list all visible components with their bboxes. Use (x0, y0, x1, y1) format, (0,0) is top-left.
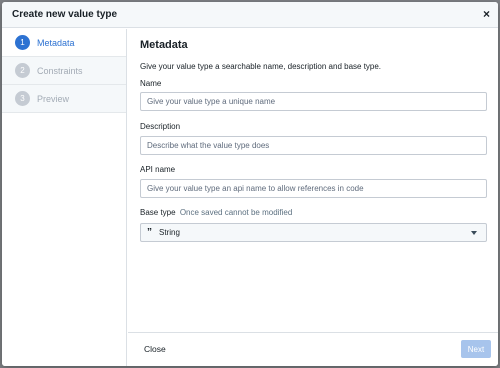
base-type-label-text: Base type (140, 208, 176, 217)
step-label: Metadata (37, 37, 75, 48)
name-input[interactable] (140, 92, 487, 111)
base-type-select[interactable]: ” String (140, 223, 487, 242)
base-type-label: Base type Once saved cannot be modified (140, 208, 292, 217)
base-type-hint: Once saved cannot be modified (179, 208, 293, 217)
metadata-panel: Metadata Give your value type a searchab… (128, 29, 498, 332)
section-description: Give your value type a searchable name, … (140, 62, 382, 71)
description-input[interactable] (140, 136, 487, 155)
step-number-badge: 3 (15, 91, 30, 106)
step-constraints[interactable]: 2 Constraints (2, 57, 126, 85)
step-label: Constraints (37, 65, 83, 76)
description-label: Description (140, 122, 181, 131)
step-number-badge: 1 (15, 35, 30, 50)
name-label: Name (140, 79, 162, 88)
step-label: Preview (37, 93, 70, 104)
create-value-type-dialog: Create new value type × 1 Metadata 2 Con… (2, 2, 498, 366)
dialog-title: Create new value type (12, 9, 118, 20)
close-button[interactable]: Close (144, 344, 166, 354)
api-name-input[interactable] (140, 179, 487, 198)
close-icon[interactable]: × (483, 7, 490, 21)
steps-sidebar: 1 Metadata 2 Constraints 3 Preview (2, 29, 127, 366)
step-metadata[interactable]: 1 Metadata (2, 29, 126, 57)
caret-down-icon (471, 231, 477, 235)
dialog-footer: Close Next (128, 332, 498, 366)
dialog-header: Create new value type × (2, 2, 498, 28)
step-number-badge: 2 (15, 63, 30, 78)
next-button[interactable]: Next (461, 340, 491, 358)
section-title: Metadata (140, 39, 188, 51)
base-type-selected-value: String (159, 228, 180, 237)
quote-icon: ” (147, 226, 152, 238)
step-preview[interactable]: 3 Preview (2, 85, 126, 113)
api-name-label: API name (140, 165, 176, 174)
